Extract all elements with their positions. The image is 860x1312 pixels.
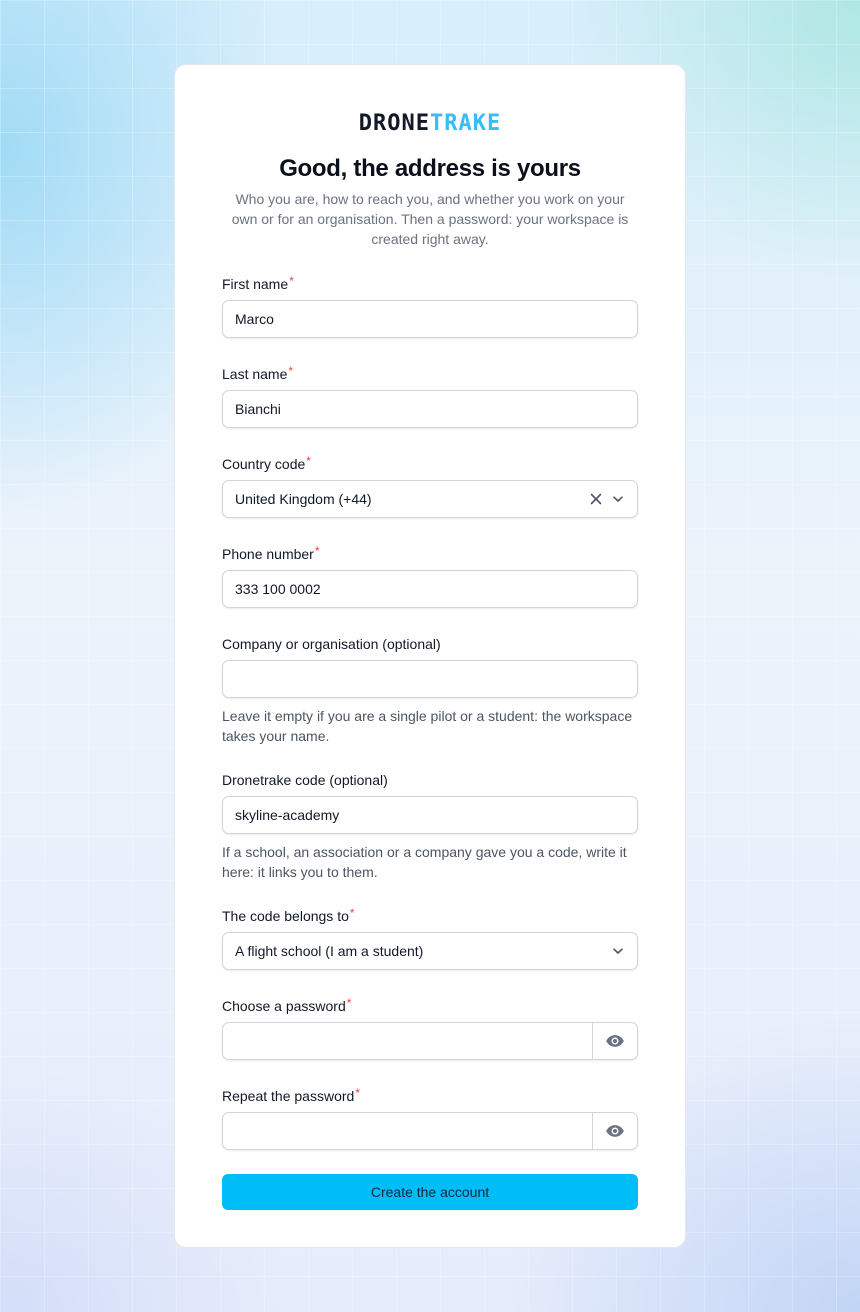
required-marker: *: [314, 544, 320, 558]
code-owner-label: The code belongs to: [222, 908, 349, 924]
first-name-field: First name* Marco: [222, 274, 638, 338]
page-subtitle: Who you are, how to reach you, and wheth…: [231, 191, 629, 247]
page-title: Good, the address is yours: [279, 155, 581, 182]
phone-label: Phone number: [222, 546, 314, 562]
brand-logo-part1: DRONE: [358, 111, 430, 136]
brand-logo-part2: TRAKE: [430, 111, 502, 136]
first-name-value: Marco: [235, 311, 274, 327]
first-name-input[interactable]: Marco: [222, 300, 638, 338]
chevron-down-icon[interactable]: [611, 944, 625, 958]
required-marker: *: [355, 1086, 360, 1100]
company-input[interactable]: [222, 660, 638, 698]
code-owner-select[interactable]: A flight school (I am a student): [222, 932, 638, 970]
last-name-value: Bianchi: [235, 401, 281, 417]
show-password-repeat-button[interactable]: [592, 1113, 637, 1149]
password-input-group: [222, 1022, 638, 1060]
code-field: Dronetrake code (optional) skyline-acade…: [222, 770, 638, 882]
code-help-text: If a school, an association or a company…: [222, 844, 627, 880]
required-marker: *: [306, 454, 311, 468]
required-marker: *: [288, 364, 294, 378]
brand-logo: DRONETRAKE: [222, 109, 638, 139]
company-field: Company or organisation (optional) Leave…: [222, 634, 638, 746]
password-repeat-input[interactable]: [223, 1113, 592, 1149]
show-password-button[interactable]: [592, 1023, 637, 1059]
code-owner-value: A flight school (I am a student): [235, 943, 424, 959]
country-code-value: United Kingdom (+44): [235, 491, 372, 507]
first-name-label: First name: [222, 276, 289, 292]
eye-icon: [606, 1125, 624, 1137]
country-code-select[interactable]: United Kingdom (+44): [222, 480, 638, 518]
required-marker: *: [346, 996, 352, 1010]
create-account-button[interactable]: Create the account: [222, 1174, 638, 1210]
country-code-label: Country code: [222, 456, 306, 472]
last-name-label: Last name: [222, 366, 288, 382]
code-input[interactable]: skyline-academy: [222, 796, 638, 834]
required-marker: *: [349, 906, 355, 920]
phone-value: 333 100 0002: [235, 581, 321, 597]
password-input[interactable]: [223, 1023, 592, 1059]
chevron-down-icon[interactable]: [611, 492, 625, 506]
code-value: skyline-academy: [235, 807, 340, 823]
clear-x-icon[interactable]: [589, 492, 603, 506]
company-label: Company or organisation (optional): [222, 636, 441, 652]
last-name-field: Last name* Bianchi: [222, 364, 638, 428]
required-marker: *: [289, 274, 294, 288]
eye-icon: [606, 1035, 624, 1047]
signup-card: DRONETRAKE Good, the address is yours Wh…: [174, 64, 686, 1248]
password-repeat-label: Repeat the password: [222, 1088, 355, 1104]
password-repeat-input-group: [222, 1112, 638, 1150]
password-label: Choose a password: [222, 998, 346, 1014]
company-help-text: Leave it empty if you are a single pilot…: [222, 708, 633, 744]
code-label: Dronetrake code (optional): [222, 772, 388, 788]
password-field: Choose a password*: [222, 996, 638, 1060]
code-owner-field: The code belongs to* A flight school (I …: [222, 906, 638, 970]
last-name-input[interactable]: Bianchi: [222, 390, 638, 428]
country-code-field: Country code* United Kingdom (+44): [222, 454, 638, 518]
password-repeat-field: Repeat the password*: [222, 1086, 638, 1150]
phone-input[interactable]: 333 100 0002: [222, 570, 638, 608]
phone-field: Phone number* 333 100 0002: [222, 544, 638, 608]
